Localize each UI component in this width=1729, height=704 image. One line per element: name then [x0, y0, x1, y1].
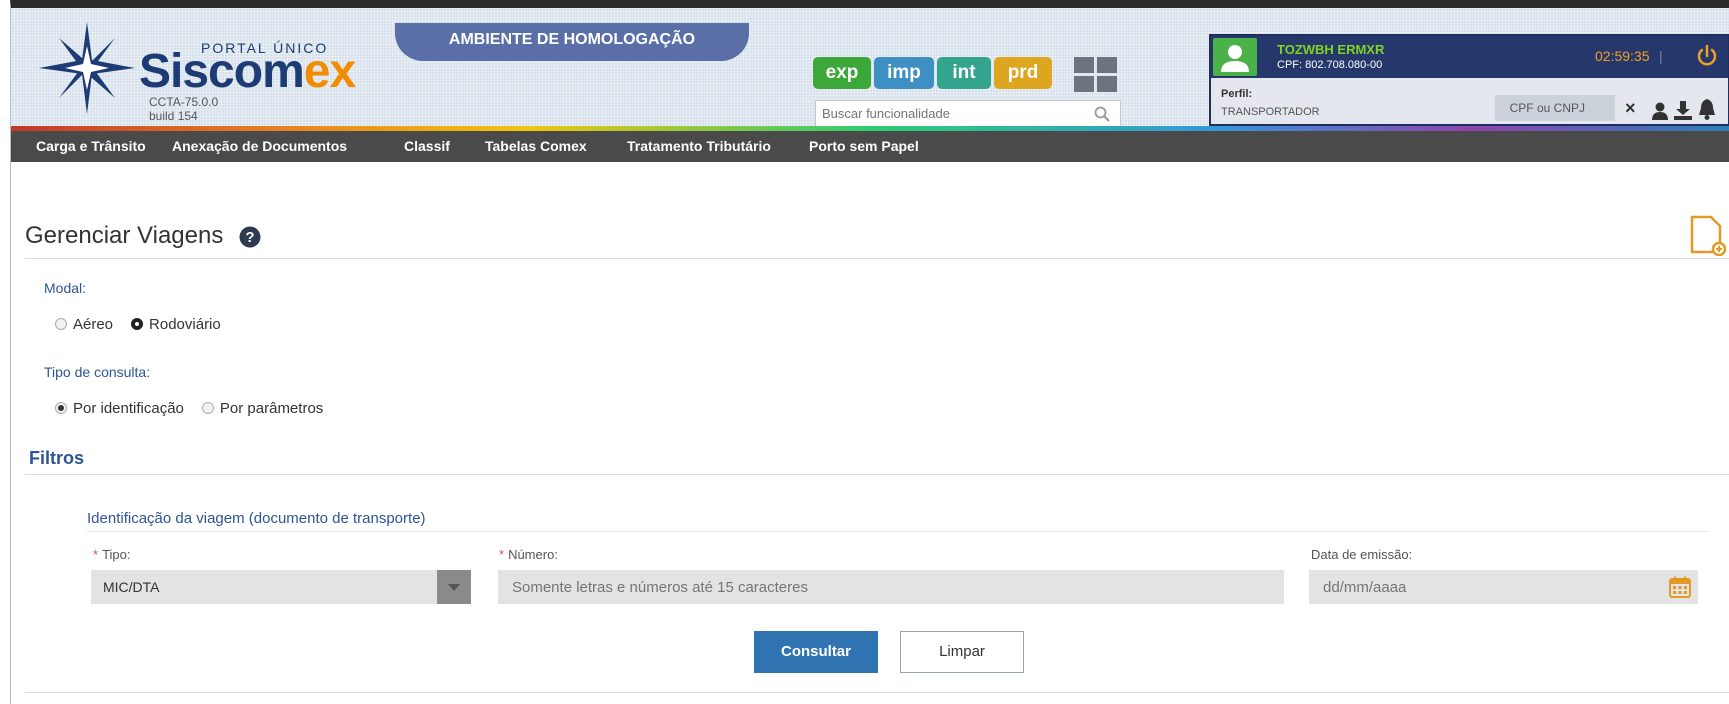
power-icon[interactable]	[1695, 44, 1719, 68]
tipo-label: * Tipo:	[93, 547, 130, 562]
required-mark: *	[93, 547, 99, 562]
logo-main: Siscom	[139, 45, 305, 98]
nav-item-anexacao-documentos[interactable]: Anexação de Documentos	[172, 131, 347, 162]
bell-icon[interactable]	[1697, 98, 1717, 120]
radio-por-identificacao[interactable]: Por identificação	[55, 400, 184, 417]
consultar-button[interactable]: Consultar	[754, 631, 878, 673]
search-input[interactable]	[816, 101, 1098, 126]
nav-item-tabelas-comex[interactable]: Tabelas Comex	[485, 131, 587, 162]
timer-separator: |	[1659, 48, 1663, 64]
radio-aereo[interactable]: Aéreo	[55, 316, 113, 333]
main-nav: Carga e Trânsito Anexação de Documentos …	[11, 131, 1729, 162]
svg-text:?: ?	[245, 229, 254, 246]
radio-aereo-label: Aéreo	[73, 316, 114, 333]
nav-item-tratamento-tributario[interactable]: Tratamento Tributário	[627, 131, 771, 162]
numero-input[interactable]	[498, 570, 1284, 604]
session-timer: 02:59:35	[1595, 48, 1650, 64]
numero-label: * Número:	[499, 547, 558, 562]
limpar-button[interactable]: Limpar	[900, 631, 1024, 673]
page-title: Gerenciar Viagens	[25, 222, 224, 249]
bottom-divider	[25, 692, 1729, 693]
data-emissao-input[interactable]	[1309, 570, 1698, 604]
clear-cnpj-button[interactable]: ×	[1625, 98, 1636, 119]
user-name: TOZWBH ERMXR	[1277, 42, 1385, 57]
new-document-icon[interactable]	[1689, 214, 1727, 256]
user-icon[interactable]	[1651, 102, 1669, 120]
identificacao-divider	[87, 531, 1709, 532]
radio-por-parametros[interactable]: Por parâmetros	[201, 400, 324, 417]
environment-banner: AMBIENTE DE HOMOLOGAÇÃO	[395, 23, 749, 61]
identificacao-heading: Identificação da viagem (documento de tr…	[87, 510, 426, 527]
perfil-label: Perfil:	[1221, 88, 1253, 100]
star-logo-icon	[39, 22, 135, 114]
tipo-consulta-label: Tipo de consulta:	[44, 364, 151, 380]
nav-item-carga-transito[interactable]: Carga e Trânsito	[36, 131, 146, 162]
radio-rodoviario-label: Rodoviário	[149, 316, 221, 333]
avatar	[1213, 38, 1257, 76]
env-prd-button[interactable]: prd	[994, 57, 1052, 89]
user-avatar-icon	[1221, 45, 1249, 72]
title-divider	[25, 258, 1729, 259]
filtros-heading: Filtros	[29, 448, 85, 468]
build-text: build 154	[149, 109, 198, 123]
siscomex-logo[interactable]: PORTAL ÚNICO Siscomex CCTA-75.0.0 build …	[39, 22, 369, 123]
env-exp-button[interactable]: exp	[813, 57, 871, 89]
radio-por-parametros-label: Por parâmetros	[219, 400, 324, 417]
env-int-button[interactable]: int	[937, 57, 991, 89]
version-text: CCTA-75.0.0	[149, 95, 219, 109]
cpf-cnpj-input[interactable]: CPF ou CNPJ	[1495, 95, 1615, 121]
search-icon[interactable]	[1094, 106, 1110, 122]
nav-item-porto-sem-papel[interactable]: Porto sem Papel	[809, 131, 919, 162]
apps-grid-icon[interactable]	[1074, 57, 1118, 93]
env-imp-button[interactable]: imp	[874, 57, 934, 89]
numero-label-text: Número:	[508, 547, 558, 562]
tipo-select[interactable]: MIC/DTA	[91, 570, 471, 604]
logo-wordmark: Siscomex	[139, 45, 356, 98]
chevron-down-icon[interactable]	[437, 570, 471, 604]
download-icon[interactable]	[1673, 100, 1693, 120]
radio-rodoviario-circle[interactable]	[131, 318, 144, 330]
tipo-consulta-radio-group: Por identificação Por parâmetros	[55, 400, 341, 417]
modal-radio-group: Aéreo Rodoviário	[55, 316, 239, 333]
radio-por-parametros-circle[interactable]	[201, 402, 214, 414]
version-info: CCTA-75.0.0 build 154	[149, 95, 218, 123]
user-cpf: CPF: 802.708.080-00	[1277, 59, 1383, 71]
search-box	[815, 100, 1121, 128]
radio-por-identificacao-label: Por identificação	[73, 400, 184, 417]
tipo-label-text: Tipo:	[102, 547, 131, 562]
modal-label: Modal:	[44, 280, 87, 296]
radio-aereo-circle[interactable]	[55, 318, 67, 330]
perfil-value: TRANSPORTADOR	[1221, 106, 1320, 118]
nav-item-classif[interactable]: Classif	[404, 131, 450, 162]
header: PORTAL ÚNICO Siscomex CCTA-75.0.0 build …	[11, 8, 1729, 128]
filtros-divider	[25, 474, 1729, 475]
help-icon[interactable]: ?	[239, 226, 261, 248]
page-frame: PORTAL ÚNICO Siscomex CCTA-75.0.0 build …	[10, 0, 1729, 704]
tipo-select-value: MIC/DTA	[103, 579, 160, 595]
data-emissao-label: Data de emissão:	[1311, 547, 1413, 562]
environment-buttons: exp imp int prd	[813, 57, 1055, 89]
required-mark: *	[499, 547, 505, 562]
user-info-bar: TOZWBH ERMXR CPF: 802.708.080-00 02:59:3…	[1211, 36, 1728, 78]
radio-rodoviario[interactable]: Rodoviário	[131, 316, 221, 333]
user-panel: TOZWBH ERMXR CPF: 802.708.080-00 02:59:3…	[1209, 34, 1729, 126]
radio-por-identificacao-circle[interactable]	[55, 402, 67, 414]
calendar-icon[interactable]	[1669, 576, 1691, 598]
logo-accent: ex	[303, 45, 356, 98]
